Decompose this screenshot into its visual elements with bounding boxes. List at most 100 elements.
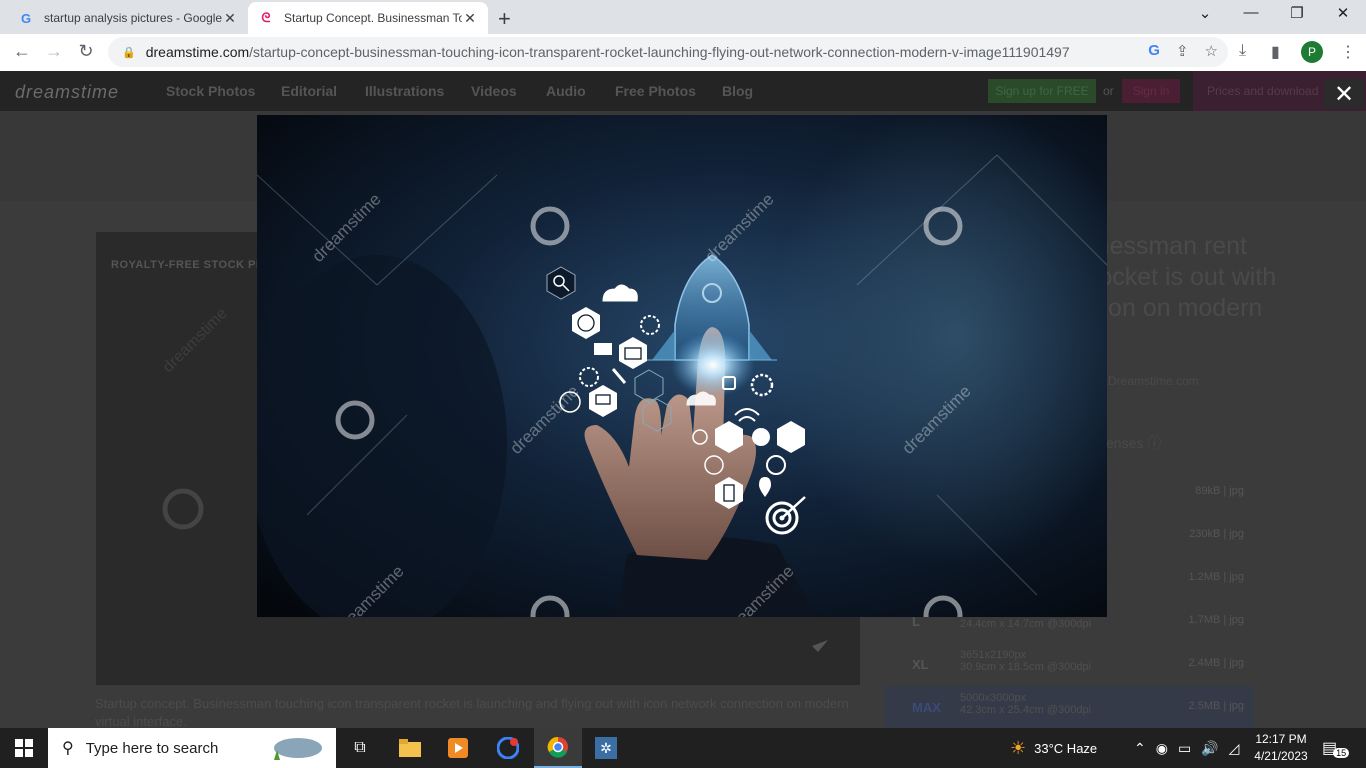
size-row-max[interactable]: MAX 5000x3000px 42.3cm x 25.4cm @300dpi 2… xyxy=(884,686,1254,728)
snip-tool-icon[interactable]: ✲ xyxy=(582,728,630,768)
image-title: inessman rent rocket is out with icon on… xyxy=(1090,232,1277,322)
tab-close-icon[interactable]: ✕ xyxy=(462,10,478,27)
nav-videos[interactable]: Videos xyxy=(471,83,517,99)
signin-button[interactable]: Sign in xyxy=(1122,79,1180,103)
nav-audio[interactable]: Audio xyxy=(546,83,586,99)
notifications-button[interactable]: ▤ 15 xyxy=(1322,728,1350,768)
touch-glow xyxy=(671,333,755,397)
task-view-icon[interactable]: ⧉ xyxy=(336,728,384,768)
tab-close-icon[interactable]: ✕ xyxy=(222,10,238,27)
site-nav: dreamstime Stock Photos Editorial Illust… xyxy=(0,71,1366,111)
app-icon[interactable] xyxy=(484,728,532,768)
profile-avatar[interactable]: P xyxy=(1301,41,1323,63)
size-file: 89kB | jpg xyxy=(1195,485,1244,497)
size-resolution: 5000x3000px 42.3cm x 25.4cm @300dpi xyxy=(960,692,1091,716)
size-dimensions: 42.3cm x 25.4cm @300dpi xyxy=(960,704,1092,716)
signup-button[interactable]: Sign up for FREE xyxy=(988,79,1096,103)
nav-editorial[interactable]: Editorial xyxy=(281,83,337,99)
browser-toolbar: ← → ↻ 🔒 dreamstime.com/startup-concept-b… xyxy=(0,34,1366,71)
address-bar[interactable]: 🔒 dreamstime.com/startup-concept-busines… xyxy=(108,37,1228,67)
tab-title: Startup Concept. Businessman To xyxy=(284,11,462,25)
weather-widget[interactable]: ☀ 33°C Haze xyxy=(1010,728,1097,768)
taskbar-search[interactable]: ⚲ Type here to search xyxy=(48,728,336,768)
meet-now-icon[interactable]: ◉ xyxy=(1156,740,1168,757)
notification-count: 15 xyxy=(1333,748,1350,758)
nav-stock-photos[interactable]: Stock Photos xyxy=(166,83,255,99)
volume-icon[interactable]: 🔊 xyxy=(1201,740,1218,757)
dreamstime-icon: ᘓ xyxy=(261,10,271,25)
bitcoin-icon xyxy=(752,428,770,446)
clock-time: 12:17 PM xyxy=(1255,732,1307,746)
or-text: or xyxy=(1103,84,1114,98)
image-credit: Dreamstime.com xyxy=(1108,374,1199,388)
weather-icon: ☀ xyxy=(1010,737,1027,758)
watermark-spiral-icon xyxy=(162,488,204,530)
network-icon[interactable]: ◿ xyxy=(1229,740,1240,757)
tab-google-search[interactable]: G startup analysis pictures - Google ✕ xyxy=(8,2,248,34)
share-icon[interactable]: ⇪ xyxy=(1176,42,1189,60)
tab-title: startup analysis pictures - Google xyxy=(44,11,222,25)
restore-icon[interactable]: ❐ xyxy=(1282,4,1312,22)
licenses-label: enses xyxy=(1106,435,1144,451)
size-resolution: 3651x2190px 30.9cm x 18.5cm @300dpi xyxy=(960,649,1091,673)
battery-icon[interactable]: ▭ xyxy=(1178,740,1191,757)
side-panel-icon[interactable]: ▮ xyxy=(1271,42,1280,62)
nav-free-photos[interactable]: Free Photos xyxy=(615,83,696,99)
site-logo[interactable]: dreamstime xyxy=(15,82,119,103)
media-player-icon[interactable] xyxy=(434,728,482,768)
taskbar-search-placeholder: Type here to search xyxy=(85,739,219,757)
chrome-icon[interactable] xyxy=(534,728,582,768)
tab-search-icon[interactable]: ⌄ xyxy=(1190,4,1220,22)
url-domain: dreamstime.com xyxy=(145,44,250,60)
size-label: XL xyxy=(912,657,929,672)
licenses-heading: enses ⓘ xyxy=(1106,433,1161,453)
nav-illustrations[interactable]: Illustrations xyxy=(365,83,444,99)
lightbox-photo[interactable]: dreamstime dreamstime dreamstime dreamst… xyxy=(257,115,1107,617)
system-tray: ⌃ ◉ ▭ 🔊 ◿ xyxy=(1134,728,1239,768)
new-tab-icon[interactable]: + xyxy=(498,6,511,32)
search-icon: ⚲ xyxy=(62,740,74,757)
size-file: 1.2MB | jpg xyxy=(1188,571,1244,583)
size-file: 2.4MB | jpg xyxy=(1188,657,1244,669)
size-file: 1.7MB | jpg xyxy=(1188,614,1244,626)
browser-chrome: G startup analysis pictures - Google ✕ ᘓ… xyxy=(0,0,1366,71)
size-file: 230kB | jpg xyxy=(1189,528,1244,540)
bookmark-star-icon[interactable]: ☆ xyxy=(1205,42,1218,60)
lightbox-close-button[interactable]: ✕ xyxy=(1324,79,1364,109)
window-close-icon[interactable]: ✕ xyxy=(1328,4,1358,22)
manatee-icon xyxy=(274,738,322,760)
size-pixels: 5000x3000px xyxy=(960,692,1027,704)
size-label: MAX xyxy=(912,700,941,715)
size-pixels: 3651x2190px xyxy=(960,649,1027,661)
size-dimensions: 30.9cm x 18.5cm @300dpi xyxy=(960,661,1092,673)
windows-start-icon[interactable] xyxy=(0,728,48,768)
help-icon[interactable]: ⓘ xyxy=(1147,435,1161,451)
share-arrow-icon xyxy=(812,640,828,652)
lock-icon: 🔒 xyxy=(122,46,136,59)
size-row[interactable]: XL 3651x2190px 30.9cm x 18.5cm @300dpi 2.… xyxy=(884,643,1254,686)
minimize-icon[interactable]: — xyxy=(1236,4,1266,21)
nav-blog[interactable]: Blog xyxy=(722,83,753,99)
tab-dreamstime[interactable]: ᘓ Startup Concept. Businessman To ✕ xyxy=(248,2,488,34)
file-explorer-icon[interactable] xyxy=(386,728,434,768)
forward-icon[interactable]: → xyxy=(42,41,66,62)
google-lens-icon[interactable]: G xyxy=(1148,42,1160,60)
windows-taskbar: ⚲ Type here to search ⧉ ✲ ☀ 33°C Haze ⌃ … xyxy=(0,728,1366,768)
chart-icon xyxy=(594,343,612,355)
reload-icon[interactable]: ↻ xyxy=(74,41,98,62)
download-icon[interactable]: ⤓ xyxy=(1239,42,1246,60)
size-file: 2.5MB | jpg xyxy=(1188,700,1244,712)
clock-date: 4/21/2023 xyxy=(1254,749,1308,763)
back-icon[interactable]: ← xyxy=(10,41,34,62)
startup-rocket-photo: dreamstime dreamstime dreamstime dreamst… xyxy=(257,115,1107,617)
watermark-text: dreamstime xyxy=(160,305,231,376)
google-icon: G xyxy=(20,10,32,26)
size-dimensions: 24.4cm x 14.7cm @300dpi xyxy=(960,618,1092,630)
tab-strip: G startup analysis pictures - Google ✕ ᘓ… xyxy=(0,0,1366,34)
menu-icon[interactable]: ⋮ xyxy=(1340,42,1356,62)
page-content: dreamstime Stock Photos Editorial Illust… xyxy=(0,71,1366,728)
chevron-up-icon[interactable]: ⌃ xyxy=(1134,740,1146,757)
taskbar-clock[interactable]: 12:17 PM 4/21/2023 xyxy=(1246,731,1316,765)
image-caption: Startup concept. Businessman touching ic… xyxy=(95,696,849,728)
svg-text:✲: ✲ xyxy=(600,741,612,757)
